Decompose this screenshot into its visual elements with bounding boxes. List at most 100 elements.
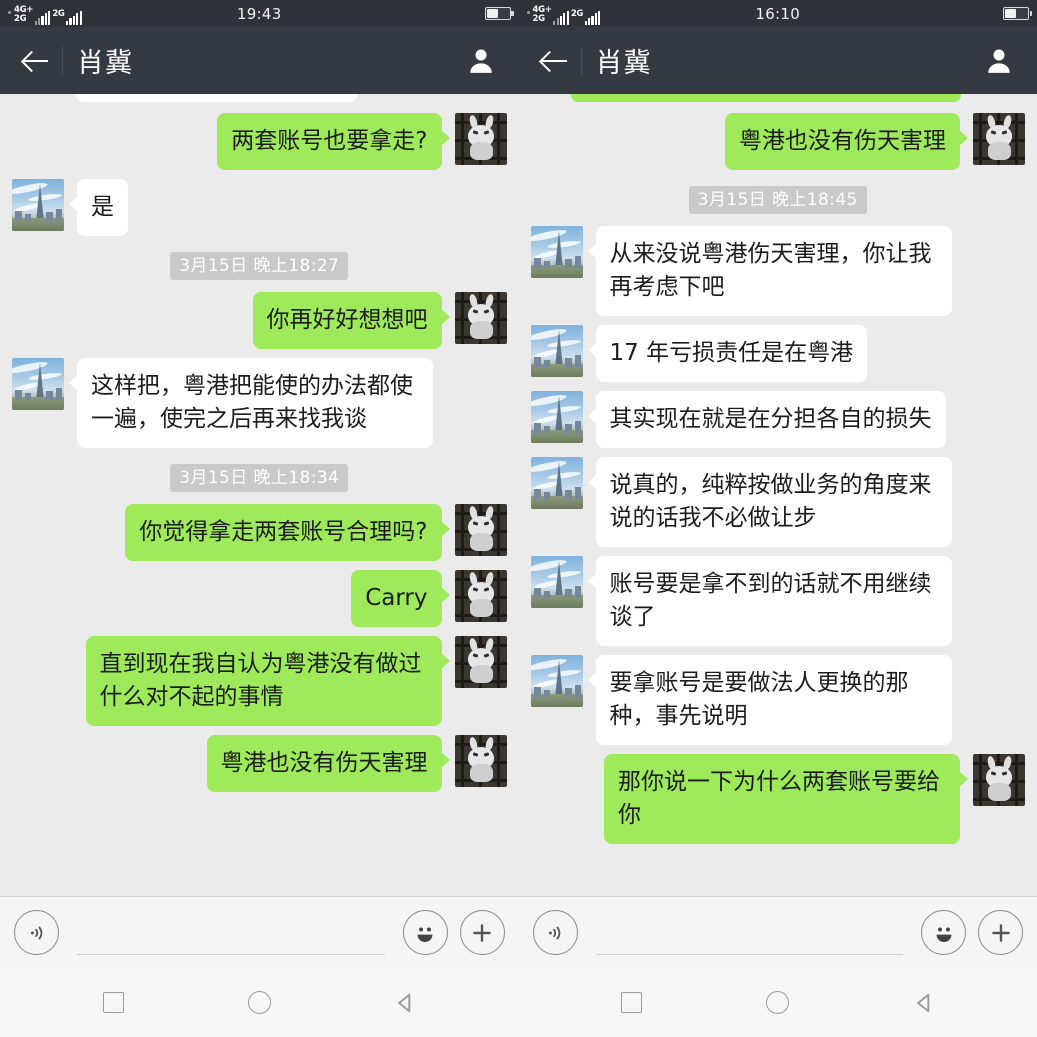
app-bar: 肖冀: [0, 27, 519, 94]
message-bubble-incoming[interactable]: 是: [69, 179, 128, 236]
city4-shape: [56, 209, 62, 221]
message-row: 你再好好想想吧: [12, 292, 507, 349]
avatar-self: [454, 113, 507, 165]
message-input-bar: [0, 896, 519, 968]
voice-input-icon[interactable]: [14, 910, 59, 955]
message-bubble-incoming[interactable]: 17 年亏损责任是在粤港: [587, 325, 868, 382]
city2-shape: [543, 261, 550, 268]
voice-input-icon[interactable]: [532, 910, 578, 955]
avatar-self: [454, 570, 507, 622]
message-text-input[interactable]: [77, 910, 385, 955]
city4-shape: [574, 355, 581, 367]
chat-message-list[interactable]: 粤港也没有伤天害理 3月15日 晚上18:45 从来没说粤港伤天害理，你让我再考虑下…: [518, 94, 1037, 896]
message-bubble-outgoing[interactable]: 粤港也没有伤天害理: [725, 113, 968, 170]
cage-bar-vertical: [496, 735, 500, 787]
chat-title: 肖冀: [595, 48, 652, 79]
contact-profile-icon[interactable]: [977, 39, 1021, 83]
battery-fill-level: [1005, 9, 1017, 18]
message-bubble-outgoing[interactable]: 直到现在我自认为粤港没有做过什么对不起的事情: [85, 636, 450, 726]
recents-square-icon[interactable]: [606, 977, 658, 1029]
cage-bar-vertical: [460, 570, 464, 622]
partial-bubble-top: [531, 94, 1026, 104]
home-circle-icon[interactable]: [752, 977, 804, 1029]
battery-half-icon: [484, 7, 514, 20]
cloud2-shape: [27, 371, 63, 382]
cage-bar-vertical: [460, 113, 464, 165]
city1-shape: [533, 687, 541, 697]
cloud2-shape: [546, 338, 581, 349]
message-row: Carry: [12, 570, 507, 627]
message-bubble-outgoing[interactable]: 粤港也没有伤天害理: [206, 735, 450, 792]
partial-bubble-top: [12, 94, 507, 104]
cloud2-shape: [546, 404, 581, 415]
city4-shape: [574, 256, 581, 268]
message-bubble-outgoing[interactable]: 你再好好想想吧: [252, 292, 450, 349]
partial-bubble-stub: [570, 94, 961, 102]
add-plus-icon[interactable]: [459, 910, 505, 955]
emoji-smile-icon[interactable]: [921, 910, 966, 955]
back-triangle-icon[interactable]: [379, 977, 431, 1029]
spire-shape: [554, 561, 563, 599]
add-plus-icon[interactable]: [978, 910, 1023, 955]
cage-bar-vertical: [979, 113, 982, 165]
emoji-smile-icon[interactable]: [402, 910, 448, 955]
recents-square-icon[interactable]: [87, 977, 139, 1029]
timestamp-row: 3月15日 晚上18:34: [12, 464, 507, 492]
cage-bar-vertical: [496, 292, 500, 344]
cage-bar-vertical: [1015, 754, 1018, 806]
body-shape: [469, 533, 493, 551]
message-bubble-incoming[interactable]: 从来没说粤港伤天害理，你让我再考虑下吧: [587, 226, 952, 316]
avatar-self: [454, 292, 507, 344]
message-row: 要拿账号是要做法人更换的那种，事先说明: [530, 655, 1026, 745]
city2-shape: [543, 426, 550, 433]
body-shape: [469, 599, 493, 617]
message-row: 那你说一下为什么两套账号要给你: [531, 754, 1025, 844]
city3-shape: [564, 424, 572, 433]
avatar-self: [973, 113, 1025, 165]
message-bubble-incoming[interactable]: 账号要是拿不到的话就不用继续谈了: [587, 556, 952, 646]
message-bubble-incoming[interactable]: 说真的，纯粹按做业务的角度来说的话我不必做让步: [587, 457, 952, 547]
chat-message-list[interactable]: 两套账号也要拿走? 是 3月15日 晚上18:27 你再好好想想吧 这样把，粤港把能使的…: [0, 94, 519, 896]
city2-shape: [543, 591, 550, 598]
avatar-contact: [12, 179, 64, 231]
phone-screen-right: 4G+ 2G 2G 16:10 肖冀粤港也没有伤天害理 3月15日 晚上18:45 从来没说…: [518, 0, 1037, 1037]
spire-shape: [554, 396, 563, 434]
contact-profile-icon[interactable]: [459, 39, 503, 83]
city2-shape: [25, 393, 31, 400]
timestamp-row: 3月15日 晚上18:45: [531, 186, 1026, 214]
city2-shape: [543, 690, 550, 697]
message-bubble-outgoing[interactable]: 你觉得拿走两套账号合理吗?: [125, 504, 450, 561]
cloud2-shape: [546, 470, 581, 481]
message-row: 从来没说粤港伤天害理，你让我再考虑下吧: [530, 226, 1026, 316]
city3-shape: [564, 490, 572, 499]
cage-bar-vertical: [496, 570, 500, 622]
back-triangle-icon[interactable]: [898, 977, 950, 1029]
message-bubble-outgoing[interactable]: 那你说一下为什么两套账号要给你: [604, 754, 968, 844]
cage-bar-vertical: [460, 735, 464, 787]
avatar-self: [973, 754, 1025, 806]
android-nav-bar: [0, 968, 519, 1037]
message-bubble-incoming[interactable]: 其实现在就是在分担各自的损失: [587, 391, 946, 448]
spire-shape: [554, 231, 563, 269]
message-bubble-outgoing[interactable]: 两套账号也要拿走?: [217, 113, 450, 170]
back-arrow-icon[interactable]: [533, 39, 577, 83]
message-bubble-incoming[interactable]: 这样把，粤港把能使的办法都使一遍，使完之后再来找我谈: [69, 358, 433, 448]
status-bar: 4G+ 2G 2G 16:10: [518, 0, 1037, 27]
message-row: 这样把，粤港把能使的办法都使一遍，使完之后再来找我谈: [12, 358, 507, 448]
home-circle-icon[interactable]: [233, 977, 285, 1029]
message-row: 17 年亏损责任是在粤港: [530, 325, 1026, 382]
city4-shape: [574, 421, 581, 433]
battery-fill-level: [486, 9, 498, 18]
body-shape: [988, 783, 1011, 801]
message-row: 直到现在我自认为粤港没有做过什么对不起的事情: [12, 636, 507, 726]
back-arrow-shape: [23, 50, 49, 72]
city4-shape: [574, 685, 581, 697]
message-input-bar: [518, 896, 1037, 968]
back-arrow-icon[interactable]: [14, 39, 58, 83]
spire-shape: [554, 660, 563, 698]
message-bubble-incoming[interactable]: 要拿账号是要做法人更换的那种，事先说明: [587, 655, 952, 745]
status-clock: 16:10: [755, 4, 801, 23]
cage-bar-vertical: [460, 636, 464, 688]
message-bubble-outgoing[interactable]: Carry: [351, 570, 450, 627]
message-text-input[interactable]: [595, 910, 903, 955]
